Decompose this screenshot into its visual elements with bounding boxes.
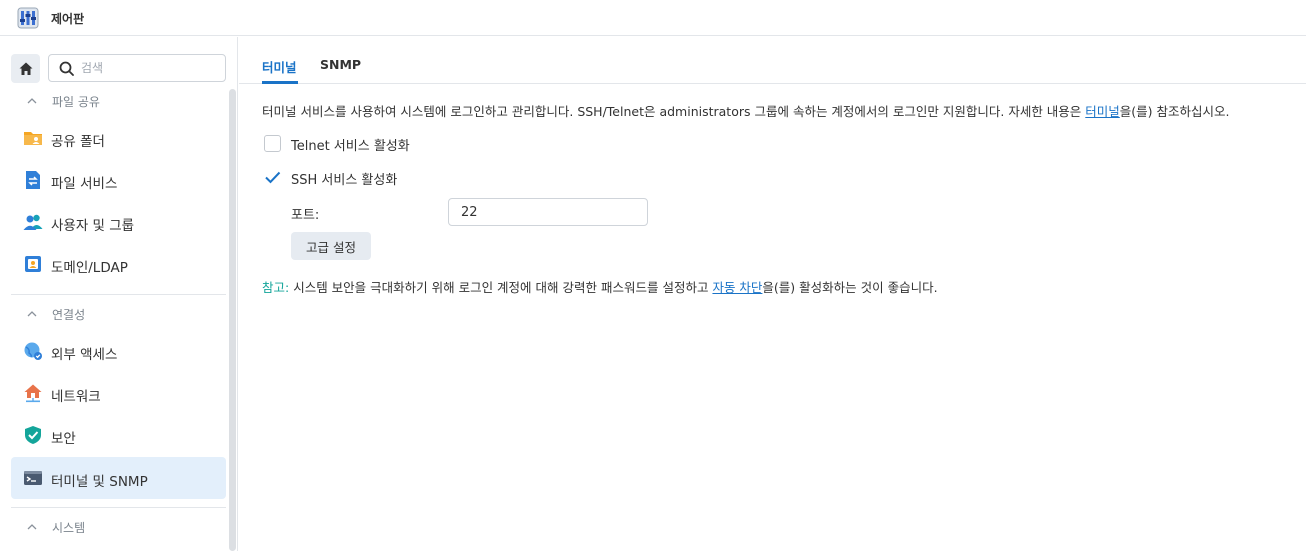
terminal-help-link[interactable]: 터미널	[1085, 104, 1120, 119]
sidebar: 파일 공유 공유 폴더 파일 서비스 사용자 및 그룹	[0, 37, 238, 551]
sidebar-item-label: 터미널 및 SNMP	[51, 474, 148, 490]
active-tab-indicator	[262, 81, 298, 84]
port-input[interactable]	[448, 198, 648, 226]
sidebar-item-label: 파일 서비스	[51, 176, 118, 192]
telnet-checkbox-label: Telnet 서비스 활성화	[291, 139, 410, 154]
ssh-option: SSH 서비스 활성화	[264, 169, 397, 188]
chevron-up-icon	[27, 98, 37, 104]
domain-ldap-icon	[25, 256, 41, 272]
section-header-system[interactable]: 시스템	[26, 517, 85, 537]
description-text-end: 을(를) 참조하십시오.	[1119, 104, 1230, 119]
tab-terminal[interactable]: 터미널	[262, 57, 297, 76]
description-text: 터미널 서비스를 사용하여 시스템에 로그인하고 관리합니다. SSH/Teln…	[262, 104, 1086, 119]
folder-share-icon	[24, 132, 42, 145]
section-header-connectivity[interactable]: 연결성	[26, 304, 85, 324]
security-note: 참고: 시스템 보안을 극대화하기 위해 로그인 계정에 대해 강력한 패스워드…	[262, 277, 938, 296]
note-prefix: 참고:	[262, 280, 290, 295]
network-icon	[24, 384, 42, 403]
sidebar-item-label: 사용자 및 그룹	[51, 218, 135, 234]
file-services-icon	[26, 171, 40, 189]
chevron-up-icon	[27, 311, 37, 317]
sidebar-item-terminal-snmp[interactable]: 터미널 및 SNMP	[11, 457, 226, 499]
chevron-up-icon	[27, 524, 37, 530]
sidebar-item-label: 네트워크	[51, 389, 101, 405]
sidebar-item-file-services[interactable]: 파일 서비스	[11, 159, 226, 201]
auto-block-link[interactable]: 자동 차단	[712, 280, 762, 295]
title-bar: 제어판	[0, 0, 1306, 36]
search-icon	[59, 61, 74, 76]
sidebar-item-security[interactable]: 보안	[11, 414, 226, 456]
section-header-file-sharing[interactable]: 파일 공유	[26, 91, 100, 111]
sidebar-item-label: 보안	[51, 431, 76, 447]
search-box[interactable]	[48, 54, 226, 82]
control-panel-icon	[17, 7, 39, 29]
security-shield-icon	[25, 426, 41, 444]
terminal-description: 터미널 서비스를 사용하여 시스템에 로그인하고 관리합니다. SSH/Teln…	[262, 101, 1230, 120]
tab-bar: 터미널 SNMP	[239, 37, 1306, 84]
port-label: 포트:	[291, 208, 320, 223]
sidebar-item-shared-folder[interactable]: 공유 폴더	[11, 117, 226, 159]
terminal-icon	[24, 471, 42, 485]
checkmark-icon	[265, 171, 281, 184]
sidebar-item-label: 외부 액세스	[51, 347, 118, 363]
telnet-option: Telnet 서비스 활성화	[264, 135, 410, 154]
telnet-checkbox[interactable]	[264, 135, 281, 152]
section-header-label: 시스템	[52, 520, 86, 535]
section-header-label: 파일 공유	[52, 94, 100, 109]
home-button[interactable]	[11, 54, 40, 83]
ssh-checkbox[interactable]	[264, 169, 281, 186]
sidebar-item-external-access[interactable]: 외부 액세스	[11, 330, 226, 372]
section-divider	[11, 294, 226, 295]
search-input[interactable]	[81, 58, 221, 78]
tab-snmp[interactable]: SNMP	[320, 57, 361, 72]
home-icon	[19, 62, 32, 75]
section-header-label: 연결성	[52, 307, 86, 322]
sidebar-item-label: 도메인/LDAP	[51, 260, 128, 276]
sidebar-scrollbar[interactable]	[229, 89, 236, 551]
advanced-settings-button[interactable]: 고급 설정	[291, 232, 371, 260]
sidebar-item-label: 공유 폴더	[51, 134, 105, 150]
sidebar-item-domain-ldap[interactable]: 도메인/LDAP	[11, 243, 226, 285]
sidebar-item-network[interactable]: 네트워크	[11, 372, 226, 414]
note-text-end: 을(를) 활성화하는 것이 좋습니다.	[762, 280, 938, 295]
main-panel: 터미널 SNMP 터미널 서비스를 사용하여 시스템에 로그인하고 관리합니다.…	[239, 37, 1306, 551]
external-access-icon	[24, 342, 42, 360]
section-divider	[11, 507, 226, 508]
sidebar-item-users-groups[interactable]: 사용자 및 그룹	[11, 201, 226, 243]
app-title: 제어판	[51, 12, 85, 26]
ssh-checkbox-label: SSH 서비스 활성화	[291, 173, 398, 188]
note-text: 시스템 보안을 극대화하기 위해 로그인 계정에 대해 강력한 패스워드를 설정…	[289, 280, 713, 295]
users-group-icon	[23, 214, 43, 230]
